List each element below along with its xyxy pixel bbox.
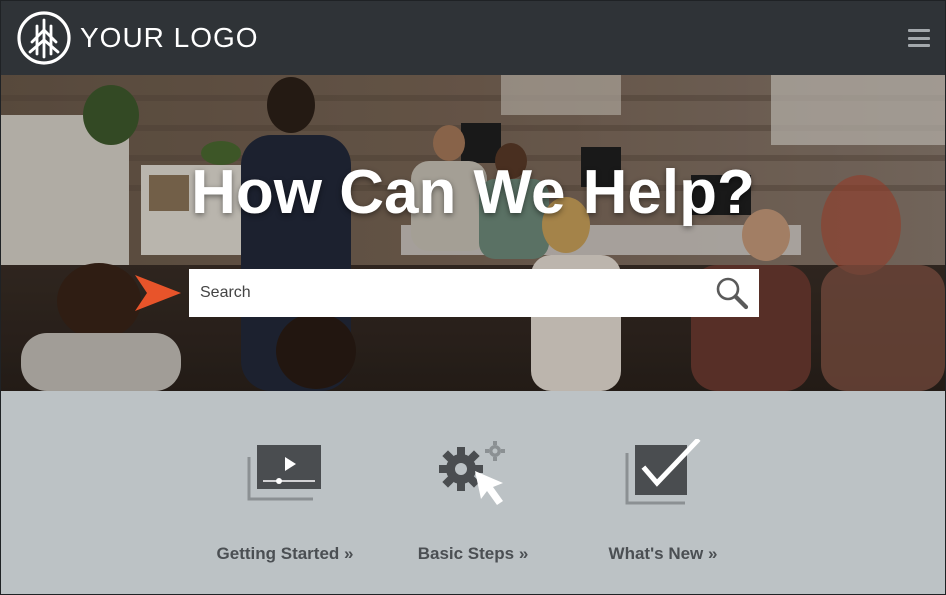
pine-tree-icon — [17, 11, 71, 65]
tile-label: What's New » — [608, 544, 718, 563]
page-frame: YOUR LOGO How Can We Help? Search Gettin… — [0, 0, 946, 595]
menu-bar — [908, 29, 930, 32]
office-background-image — [1, 75, 945, 391]
search-input[interactable] — [189, 269, 715, 317]
gears-cursor-icon — [439, 441, 505, 505]
video-play-icon — [247, 445, 321, 501]
logo-text: YOUR LOGO — [80, 22, 259, 53]
orange-arrow-icon — [135, 275, 181, 311]
tile-label: Basic Steps » — [417, 544, 529, 563]
tile-label: Getting Started » — [216, 544, 354, 563]
checkbox-check-icon — [625, 439, 701, 505]
search-bar — [189, 269, 759, 317]
logo-link[interactable]: YOUR LOGO — [16, 10, 259, 66]
whats-new-tile[interactable]: What's New » — [573, 391, 753, 591]
basic-steps-tile[interactable]: Basic Steps » — [383, 391, 563, 591]
hero-banner: How Can We Help? — [1, 75, 945, 391]
getting-started-tile[interactable]: Getting Started » — [195, 391, 375, 591]
hamburger-menu-icon[interactable] — [908, 29, 930, 47]
quick-links: Getting Started » Basic Steps » What's N… — [1, 391, 945, 594]
menu-bar — [908, 36, 930, 40]
hero-title: How Can We Help? — [191, 158, 755, 227]
menu-bar — [908, 44, 930, 47]
magnifier-icon[interactable] — [715, 276, 749, 310]
site-header: YOUR LOGO — [1, 1, 945, 75]
